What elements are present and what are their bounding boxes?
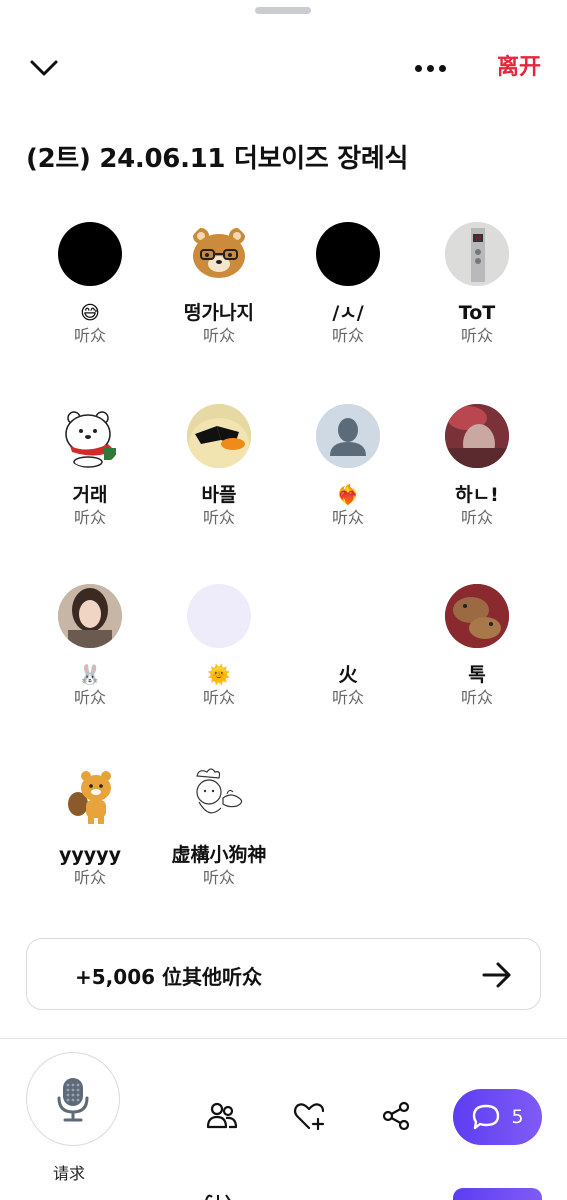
profile-photo-icon [445,404,509,468]
participant-tile[interactable]: 😅 听众 [25,222,155,372]
chat-count: 5 [511,1106,524,1128]
participant-name: /ㅅ/ [332,302,364,324]
avatar [316,584,380,648]
participant-name: ❤️‍🔥 [336,484,360,506]
participant-name: 떵가나지 [184,302,254,324]
avatar [316,404,380,468]
participant-name: 🐰 [78,664,102,686]
participant-role: 听众 [202,508,235,527]
participant-name: 하ㄴ! [455,484,499,506]
bear-avatar-icon [193,228,245,278]
bottom-divider [0,1038,567,1039]
chevron-down-icon [30,60,58,76]
profile-photo-icon [58,584,122,648]
more-listeners-button[interactable]: +5,006 位其他听众 [26,938,541,1010]
participant-name: 虚構小狗神 [171,844,267,866]
participant-tile[interactable]: 火 听众 [283,584,413,734]
participant-role: 听众 [331,326,364,345]
space-sheet: 离开 (2트) 24.06.11 더보이즈 장례식 😅 听众 떵가나지 听众 /… [0,0,567,1200]
participant-tile[interactable]: 떵가나지 听众 [154,222,284,372]
participant-role: 听众 [73,868,106,887]
participant-tile[interactable]: /ㅅ/ 听众 [283,222,413,372]
participant-role: 听众 [460,326,493,345]
ryan-avatar-icon [68,771,111,824]
participant-role: 听众 [331,508,364,527]
participant-tile[interactable]: 🐰 听众 [25,584,155,734]
avatar [58,764,122,828]
leave-button[interactable]: 离开 [497,52,541,84]
avatar [187,404,251,468]
polar-bear-avatar-icon [65,411,116,468]
more-listeners-label: +5,006 位其他听众 [75,965,262,989]
participant-tile[interactable]: 거래 听众 [25,404,155,554]
chat-bubble-icon [473,1104,500,1130]
avatar [58,404,122,468]
collapse-button[interactable] [24,50,64,86]
microphone-icon [57,1078,89,1122]
avatar: ?? [445,222,509,286]
participant-name: 😅 [80,302,100,324]
people-icon [206,1102,238,1129]
participant-name: 바플 [201,484,237,506]
chat-button[interactable]: 5 [453,1089,542,1145]
participant-role: 听众 [460,688,493,707]
arrow-right-icon [482,962,511,988]
participant-role: 听众 [331,688,364,707]
avatar [58,222,122,286]
request-label: 请求 [53,1164,86,1183]
participant-role: 听众 [73,688,106,707]
participant-tile[interactable]: ❤️‍🔥 听众 [283,404,413,554]
participant-tile[interactable]: ?? ToT 听众 [412,222,542,372]
participant-tile[interactable]: yyyyy 听众 [25,764,155,914]
participant-name: 火 [338,664,358,686]
avatar [58,584,122,648]
request-mic-button[interactable] [26,1052,120,1146]
participant-role: 听众 [202,326,235,345]
svg-text:??: ?? [475,236,481,243]
participant-tile[interactable]: 🌞 听众 [154,584,284,734]
participant-role: 听众 [202,868,235,887]
avatar [187,222,251,286]
participant-role: 听众 [202,688,235,707]
more-dot [426,64,434,72]
participant-tile[interactable]: 톡 听众 [412,584,542,734]
space-title: (2트) 24.06.11 더보이즈 장례식 [26,144,409,174]
more-dot [438,64,446,72]
participant-role: 听众 [460,508,493,527]
avatar [316,222,380,286]
more-options-button[interactable] [406,50,454,86]
people-button[interactable] [202,1096,242,1136]
participant-name: ToT [458,302,496,324]
sheet-grabber[interactable] [255,7,311,14]
more-dot [414,64,422,72]
share-icon [382,1101,410,1131]
participant-tile[interactable]: 하ㄴ! 听众 [412,404,542,554]
duck-photo-icon [187,404,251,468]
avatar [445,404,509,468]
capybara-photo-icon [445,584,509,648]
peek-fragment [453,1188,542,1200]
participant-role: 听众 [73,508,106,527]
share-button[interactable] [376,1096,416,1136]
participant-name: 톡 [468,664,486,686]
participant-tile[interactable]: 바플 听众 [154,404,284,554]
chef-doodle-avatar-icon [196,768,243,814]
avatar [187,584,251,648]
avatar [187,764,251,828]
peek-fragment [200,1188,240,1200]
react-button[interactable] [289,1096,329,1136]
participant-name: 🌞 [207,664,231,686]
heart-plus-icon [293,1103,325,1131]
participant-name: yyyyy [59,844,121,866]
participant-name: 거래 [72,484,108,506]
top-bar: 离开 [0,44,567,92]
default-avatar-icon [316,404,380,468]
participant-tile[interactable]: 虚構小狗神 听众 [154,764,284,914]
elevator-photo-icon: ?? [445,222,509,286]
participant-role: 听众 [73,326,106,345]
avatar [445,584,509,648]
